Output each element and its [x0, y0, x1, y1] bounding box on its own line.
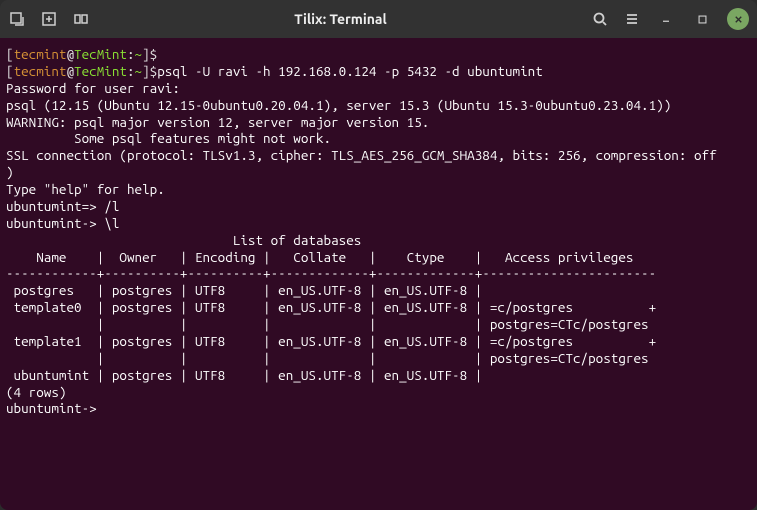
- table-divider: ------------+----------+----------+-----…: [6, 265, 751, 282]
- menu-icon[interactable]: [623, 10, 641, 28]
- output-line: Password for user ravi:: [6, 80, 751, 97]
- table-row: ubuntumint | postgres | UTF8 | en_US.UTF…: [6, 367, 751, 384]
- output-line: ubuntumint-> \l: [6, 215, 751, 232]
- table-row: | | | | | postgres=CTc/postgres: [6, 350, 751, 367]
- split-icon[interactable]: [72, 10, 90, 28]
- titlebar-left-controls: [8, 10, 90, 28]
- terminal-window: Tilix: Terminal [tecmint@TecMint:~]$[tec…: [0, 0, 757, 510]
- minimize-button[interactable]: [655, 8, 677, 30]
- row-count: (4 rows): [6, 384, 751, 401]
- new-tab-icon[interactable]: [40, 10, 58, 28]
- table-row: template1 | postgres | UTF8 | en_US.UTF-…: [6, 333, 751, 350]
- output-line: ubuntumint=> /l: [6, 198, 751, 215]
- output-line: WARNING: psql major version 12, server m…: [6, 114, 751, 131]
- close-button[interactable]: [727, 8, 749, 30]
- command-text: psql -U ravi -h 192.168.0.124 -p 5432 -d…: [157, 63, 543, 79]
- output-line: Type "help" for help.: [6, 181, 751, 198]
- table-row: template0 | postgres | UTF8 | en_US.UTF-…: [6, 299, 751, 316]
- table-row: | | | | | postgres=CTc/postgres: [6, 316, 751, 333]
- output-line: psql (12.15 (Ubuntu 12.15-0ubuntu0.20.04…: [6, 97, 751, 114]
- titlebar-right-controls: [591, 8, 749, 30]
- terminal-content[interactable]: [tecmint@TecMint:~]$[tecmint@TecMint:~]$…: [0, 38, 757, 510]
- maximize-button[interactable]: [691, 8, 713, 30]
- titlebar: Tilix: Terminal: [0, 0, 757, 38]
- table-row: postgres | postgres | UTF8 | en_US.UTF-8…: [6, 282, 751, 299]
- table-title: List of databases: [6, 232, 751, 249]
- output-line: ): [6, 164, 751, 181]
- table-header: Name | Owner | Encoding | Collate | Ctyp…: [6, 249, 751, 266]
- window-title: Tilix: Terminal: [90, 11, 591, 27]
- prompt-line: [tecmint@TecMint:~]$psql -U ravi -h 192.…: [6, 63, 751, 80]
- search-icon[interactable]: [591, 10, 609, 28]
- new-session-icon[interactable]: [8, 10, 26, 28]
- psql-prompt: ubuntumint->: [6, 400, 751, 417]
- prompt-line: [tecmint@TecMint:~]$: [6, 46, 751, 63]
- output-line: SSL connection (protocol: TLSv1.3, ciphe…: [6, 147, 751, 164]
- output-line: Some psql features might not work.: [6, 130, 751, 147]
